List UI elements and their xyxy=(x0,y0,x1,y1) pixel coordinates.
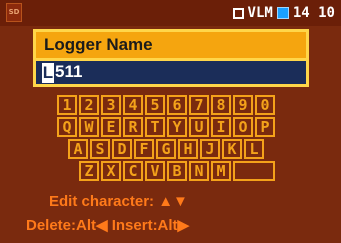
key-u[interactable]: U xyxy=(189,117,209,137)
clock-time: 14 10 xyxy=(292,5,335,21)
key-0[interactable]: 0 xyxy=(255,95,275,115)
text-cursor: L xyxy=(42,63,54,83)
key-q[interactable]: Q xyxy=(57,117,77,137)
key-o[interactable]: O xyxy=(233,117,253,137)
key-m[interactable]: M xyxy=(211,161,231,181)
keyboard-row-asdf: A S D F G H J K L xyxy=(68,139,266,159)
key-6[interactable]: 6 xyxy=(167,95,187,115)
sd-card-icon: SD xyxy=(6,3,22,22)
key-x[interactable]: X xyxy=(101,161,121,181)
device-screen: SD VLM 14 10 Logger Name L 511 1 2 3 4 5… xyxy=(0,0,341,243)
key-h[interactable]: H xyxy=(178,139,198,159)
key-t[interactable]: T xyxy=(145,117,165,137)
logger-name-input[interactable]: L 511 xyxy=(33,61,309,87)
status-bar: SD VLM 14 10 xyxy=(0,0,341,26)
key-8[interactable]: 8 xyxy=(211,95,231,115)
key-5[interactable]: 5 xyxy=(145,95,165,115)
square-outline-icon xyxy=(232,7,244,19)
key-g[interactable]: G xyxy=(156,139,176,159)
key-j[interactable]: J xyxy=(200,139,220,159)
edit-character-hint: Edit character: ▲▼ xyxy=(49,193,188,210)
key-n[interactable]: N xyxy=(189,161,209,181)
key-d[interactable]: D xyxy=(112,139,132,159)
key-z[interactable]: Z xyxy=(79,161,99,181)
key-blank[interactable] xyxy=(233,161,275,181)
key-w[interactable]: W xyxy=(79,117,99,137)
key-3[interactable]: 3 xyxy=(101,95,121,115)
mode-label: VLM xyxy=(247,5,273,21)
dialog-title: Logger Name xyxy=(44,35,153,54)
key-c[interactable]: C xyxy=(123,161,143,181)
delete-insert-hint: Delete:Alt◀ Insert:Alt▶ xyxy=(26,217,190,234)
key-4[interactable]: 4 xyxy=(123,95,143,115)
keyboard-row-qwerty: Q W E R T Y U I O P xyxy=(57,117,277,137)
key-y[interactable]: Y xyxy=(167,117,187,137)
key-k[interactable]: K xyxy=(222,139,242,159)
dialog-title-bar: Logger Name xyxy=(33,29,309,61)
key-v[interactable]: V xyxy=(145,161,165,181)
key-7[interactable]: 7 xyxy=(189,95,209,115)
key-b[interactable]: B xyxy=(167,161,187,181)
name-value: 511 xyxy=(55,62,83,81)
key-p[interactable]: P xyxy=(255,117,275,137)
key-r[interactable]: R xyxy=(123,117,143,137)
key-i[interactable]: I xyxy=(211,117,231,137)
key-l[interactable]: L xyxy=(244,139,264,159)
status-indicators: VLM 14 10 xyxy=(232,3,335,23)
key-2[interactable]: 2 xyxy=(79,95,99,115)
key-9[interactable]: 9 xyxy=(233,95,253,115)
keyboard-row-digits: 1 2 3 4 5 6 7 8 9 0 xyxy=(57,95,277,115)
battery-icon xyxy=(276,7,289,19)
key-s[interactable]: S xyxy=(90,139,110,159)
key-1[interactable]: 1 xyxy=(57,95,77,115)
key-f[interactable]: F xyxy=(134,139,154,159)
keyboard-row-zxcv: Z X C V B N M xyxy=(79,161,277,181)
key-a[interactable]: A xyxy=(68,139,88,159)
key-e[interactable]: E xyxy=(101,117,121,137)
